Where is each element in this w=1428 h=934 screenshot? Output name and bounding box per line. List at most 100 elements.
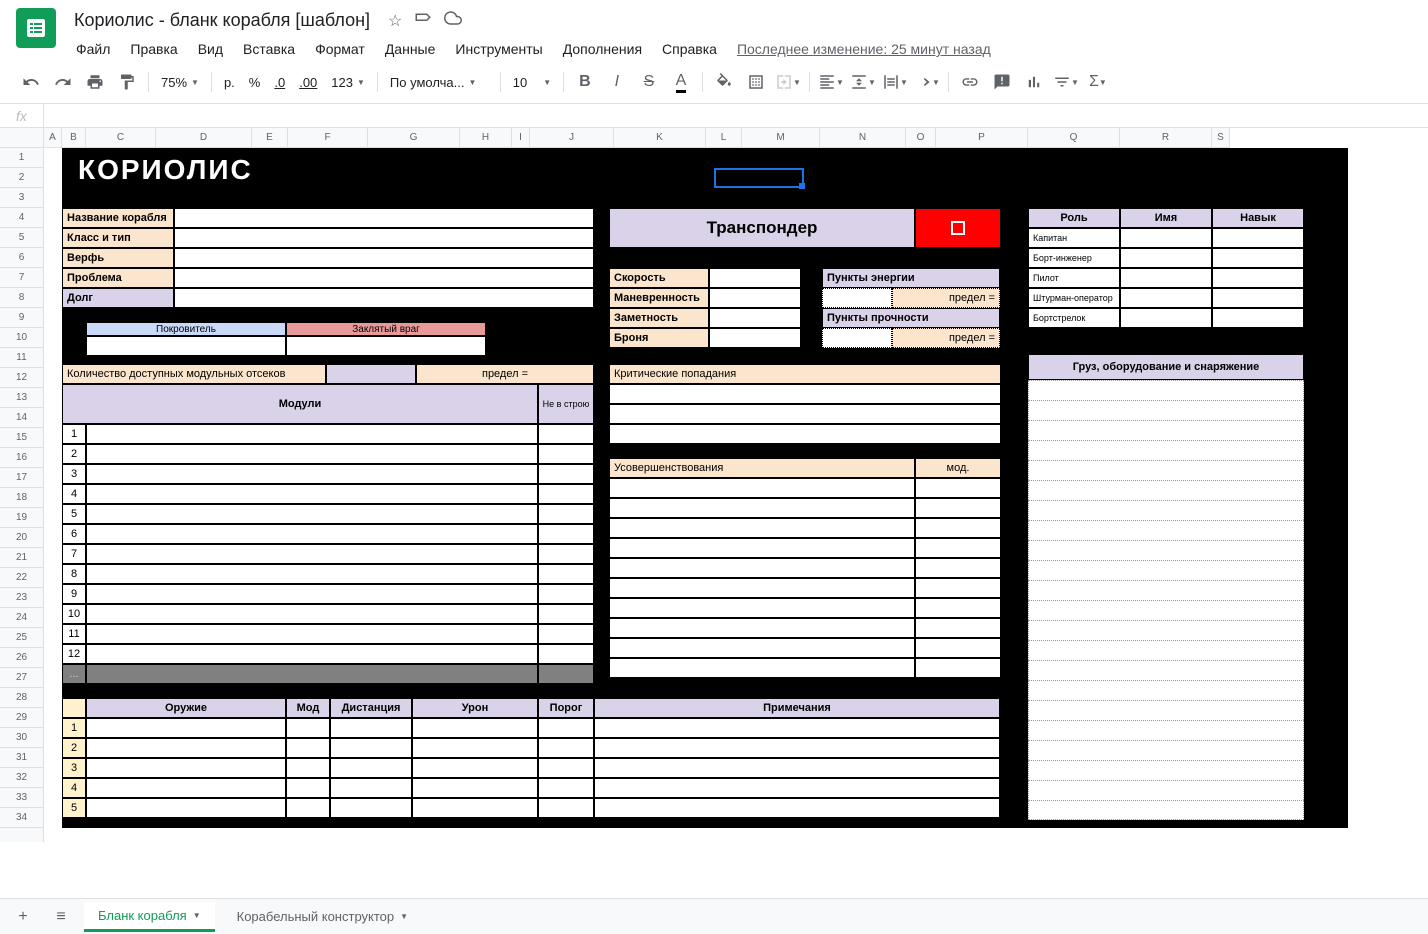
upgrade-mod-input[interactable]	[915, 658, 1001, 678]
module-name-input[interactable]	[86, 604, 538, 624]
upgrade-mod-input[interactable]	[915, 618, 1001, 638]
add-sheet-button[interactable]: +	[8, 902, 38, 932]
crew-name-input[interactable]	[1120, 268, 1212, 288]
weapon-name-input[interactable]	[86, 758, 286, 778]
weapon-range-input[interactable]	[330, 738, 412, 758]
menu-help[interactable]: Справка	[654, 37, 725, 61]
print-button[interactable]	[80, 67, 110, 97]
weapon-damage-input[interactable]	[412, 758, 538, 778]
input-ship-name[interactable]	[174, 208, 594, 228]
cargo-input[interactable]	[1028, 720, 1304, 740]
input-hull[interactable]	[822, 328, 892, 348]
input-module-slots[interactable]	[326, 364, 416, 384]
weapon-threshold-input[interactable]	[538, 718, 594, 738]
module-name-input[interactable]	[86, 484, 538, 504]
module-status-input[interactable]	[538, 604, 594, 624]
menu-insert[interactable]: Вставка	[235, 37, 303, 61]
module-name-input[interactable]	[86, 444, 538, 464]
fill-color-button[interactable]	[709, 67, 739, 97]
weapon-range-input[interactable]	[330, 798, 412, 818]
italic-button[interactable]: I	[602, 67, 632, 97]
tab-sheet-2[interactable]: Корабельный конструктор▼	[223, 903, 422, 930]
input-patron[interactable]	[86, 336, 286, 356]
select-all-corner[interactable]	[0, 128, 44, 148]
weapon-mod-input[interactable]	[286, 778, 330, 798]
menu-data[interactable]: Данные	[377, 37, 444, 61]
input-energy[interactable]	[822, 288, 892, 308]
filter-button[interactable]: ▼	[1051, 67, 1081, 97]
undo-button[interactable]	[16, 67, 46, 97]
module-name-input[interactable]	[86, 464, 538, 484]
module-name-input[interactable]	[86, 424, 538, 444]
menu-tools[interactable]: Инструменты	[447, 37, 550, 61]
font-select[interactable]: По умолча...▼	[384, 71, 494, 94]
wrap-button[interactable]: ▼	[880, 67, 910, 97]
crit-row[interactable]	[609, 404, 1001, 424]
crew-name-input[interactable]	[1120, 288, 1212, 308]
upgrade-mod-input[interactable]	[915, 538, 1001, 558]
cargo-input[interactable]	[1028, 700, 1304, 720]
weapon-mod-input[interactable]	[286, 718, 330, 738]
upgrade-mod-input[interactable]	[915, 578, 1001, 598]
text-color-button[interactable]: A	[666, 67, 696, 97]
input-speed[interactable]	[709, 268, 801, 288]
weapon-range-input[interactable]	[330, 778, 412, 798]
halign-button[interactable]: ▼	[816, 67, 846, 97]
upgrade-input[interactable]	[609, 658, 915, 678]
cargo-input[interactable]	[1028, 740, 1304, 760]
cargo-input[interactable]	[1028, 800, 1304, 820]
cargo-input[interactable]	[1028, 420, 1304, 440]
menu-format[interactable]: Формат	[307, 37, 373, 61]
column-headers[interactable]: ABCDEFGHIJKLMNOPQRS	[44, 128, 1230, 148]
upgrade-input[interactable]	[609, 538, 915, 558]
cargo-input[interactable]	[1028, 440, 1304, 460]
cargo-input[interactable]	[1028, 760, 1304, 780]
rotate-button[interactable]: ▼	[912, 67, 942, 97]
tab-sheet-1[interactable]: Бланк корабля▼	[84, 902, 215, 932]
upgrade-input[interactable]	[609, 598, 915, 618]
number-format-select[interactable]: 123▼	[325, 71, 371, 94]
menu-file[interactable]: Файл	[68, 37, 118, 61]
input-enemy[interactable]	[286, 336, 486, 356]
weapon-name-input[interactable]	[86, 778, 286, 798]
module-more-status[interactable]	[538, 664, 594, 684]
cargo-input[interactable]	[1028, 540, 1304, 560]
upgrade-mod-input[interactable]	[915, 518, 1001, 538]
cargo-input[interactable]	[1028, 520, 1304, 540]
weapon-damage-input[interactable]	[412, 798, 538, 818]
cargo-input[interactable]	[1028, 400, 1304, 420]
strike-button[interactable]: S	[634, 67, 664, 97]
redo-button[interactable]	[48, 67, 78, 97]
upgrade-input[interactable]	[609, 578, 915, 598]
module-status-input[interactable]	[538, 464, 594, 484]
weapon-notes-input[interactable]	[594, 758, 1000, 778]
cargo-input[interactable]	[1028, 560, 1304, 580]
module-name-input[interactable]	[86, 624, 538, 644]
weapon-threshold-input[interactable]	[538, 798, 594, 818]
paint-format-button[interactable]	[112, 67, 142, 97]
input-maneuver[interactable]	[709, 288, 801, 308]
cargo-input[interactable]	[1028, 780, 1304, 800]
cargo-input[interactable]	[1028, 620, 1304, 640]
sheets-logo[interactable]	[16, 8, 56, 48]
cargo-input[interactable]	[1028, 580, 1304, 600]
input-debt[interactable]	[174, 288, 594, 308]
module-name-input[interactable]	[86, 564, 538, 584]
weapon-damage-input[interactable]	[412, 718, 538, 738]
last-edit-link[interactable]: Последнее изменение: 25 минут назад	[729, 37, 999, 61]
crew-skill-input[interactable]	[1212, 288, 1304, 308]
module-name-input[interactable]	[86, 504, 538, 524]
module-name-input[interactable]	[86, 524, 538, 544]
crit-row[interactable]	[609, 384, 1001, 404]
weapon-name-input[interactable]	[86, 738, 286, 758]
upgrade-input[interactable]	[609, 518, 915, 538]
decrease-decimal-button[interactable]: .0	[268, 71, 291, 94]
weapon-mod-input[interactable]	[286, 758, 330, 778]
module-status-input[interactable]	[538, 584, 594, 604]
weapon-threshold-input[interactable]	[538, 778, 594, 798]
move-icon[interactable]	[414, 9, 432, 32]
document-title[interactable]: Кориолис - бланк корабля [шаблон]	[68, 8, 376, 33]
menu-edit[interactable]: Правка	[122, 37, 185, 61]
row-headers[interactable]: 1234567891011121314151617181920212223242…	[0, 148, 44, 842]
currency-button[interactable]: р.	[218, 71, 241, 94]
